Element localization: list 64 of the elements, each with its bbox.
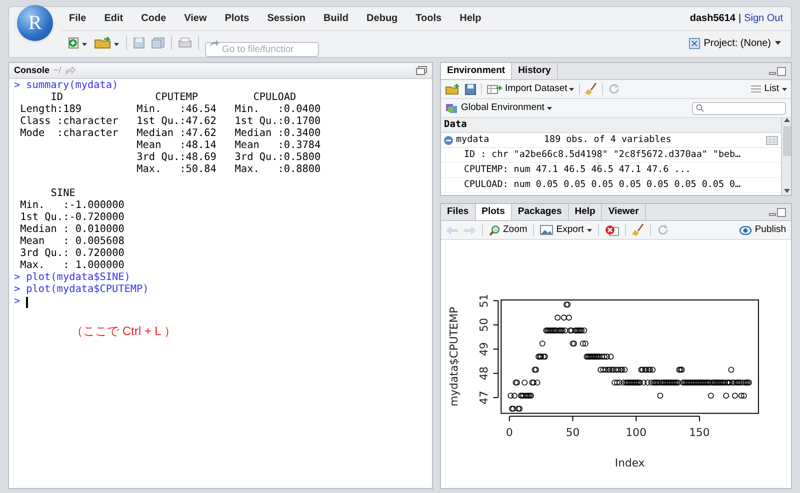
menu-item[interactable]: Edit — [97, 11, 130, 26]
tick-label: 50 — [566, 426, 580, 439]
console-output: ID CPUTEMP CPULOAD — [50, 92, 298, 104]
console-output: 3rd Qu.: 0.720000 — [19, 248, 126, 260]
console-output: Median : 0.010000 — [19, 224, 126, 236]
x-axis-label: Index — [614, 456, 645, 470]
variable-summary: CPULOAD: num 0.05 0.05 0.05 0.05 0.05 0.05 0.05 0… — [464, 178, 741, 192]
console-command: summary(mydata) — [26, 80, 118, 92]
menu-item[interactable]: Build — [316, 11, 356, 26]
sign-out-link[interactable]: Sign Out — [744, 11, 783, 26]
menu-item[interactable]: Debug — [360, 11, 405, 26]
console-title: Console — [14, 64, 50, 77]
object-summary: 189 obs. of 4 variables — [544, 133, 672, 147]
zoom-button[interactable]: Zoom — [489, 222, 528, 238]
console-output: 1st Qu.:-0.720000 — [19, 212, 126, 224]
annotation-text: （ここで Ctrl + L ） — [71, 324, 176, 338]
object-name[interactable]: mydata — [456, 133, 544, 147]
section-heading: Data — [444, 118, 467, 132]
menu-item[interactable]: Help — [452, 11, 488, 26]
tick-label: 100 — [626, 426, 646, 439]
console-output: Max. : 1.000000 — [19, 260, 126, 272]
menu-item[interactable]: Session — [260, 11, 313, 26]
menu-item[interactable]: Plots — [218, 11, 256, 26]
console-output: 3rd Qu.:48.69 3rd Qu.:0.5800 — [136, 152, 322, 164]
publish-button[interactable]: Publish — [738, 222, 786, 238]
prompt-symbol: > — [14, 272, 20, 284]
variable-summary: CPUTEMP: num 47.1 46.5 46.5 47.1 47.6 ... — [464, 163, 691, 177]
view-mode-menu[interactable]: List — [751, 82, 787, 96]
tab[interactable]: Plots — [476, 204, 512, 220]
menu-item[interactable]: View — [177, 11, 214, 26]
import-dataset-button[interactable]: Import Dataset — [487, 82, 574, 96]
prompt-symbol: > — [14, 296, 20, 308]
separator-text: | — [738, 12, 742, 26]
menu-item[interactable]: File — [62, 11, 94, 26]
working-directory: ~/ — [54, 64, 62, 77]
r-logo: R — [17, 5, 53, 41]
console-output: Min. :-1.000000 — [19, 200, 126, 212]
tab[interactable]: Environment — [441, 63, 512, 79]
tick-label: 49 — [477, 342, 490, 356]
console-output: Mode :character Median :47.62 Median :0.3400 — [19, 128, 322, 140]
y-axis-label: mydata$CPUTEMP — [448, 306, 461, 406]
console-output: Length:189 Min. :46.54 Min. :0.0400 — [19, 104, 322, 116]
variable-summary: ID : chr "a2be66c8.5d4198" "2c8f5672.d370aa" "beb… — [464, 148, 741, 162]
tick-label: 0 — [506, 426, 513, 439]
menu-item[interactable]: Tools — [408, 11, 449, 26]
tick-label: 150 — [689, 426, 710, 439]
prompt-symbol: > — [14, 80, 20, 92]
export-menu[interactable]: Export — [540, 222, 592, 238]
user-name: dash5614 — [690, 12, 736, 26]
console-output: Class :character 1st Qu.:47.62 1st Qu.:0.1700 — [19, 116, 322, 128]
project-menu[interactable]: Project: (None) — [688, 36, 791, 50]
tick-label: 50 — [477, 318, 490, 332]
console-output: SINE — [50, 188, 76, 200]
tick-label: 48 — [477, 366, 490, 380]
menu-item[interactable]: Code — [134, 11, 174, 26]
prompt-symbol: > — [14, 284, 20, 296]
console-output: Mean :48.14 Mean :0.3784 — [136, 140, 322, 152]
console-output: Mean : 0.005608 — [19, 236, 126, 248]
console-output: Max. :50.84 Max. :0.8800 — [136, 164, 322, 176]
console-command: plot(mydata$CPUTEMP) — [26, 284, 149, 296]
console-command: plot(mydata$SINE) — [26, 272, 130, 284]
tick-label: 51 — [477, 294, 490, 308]
tick-label: 47 — [477, 390, 490, 404]
go-to-file-field[interactable]: Go to file/functior — [205, 42, 319, 56]
